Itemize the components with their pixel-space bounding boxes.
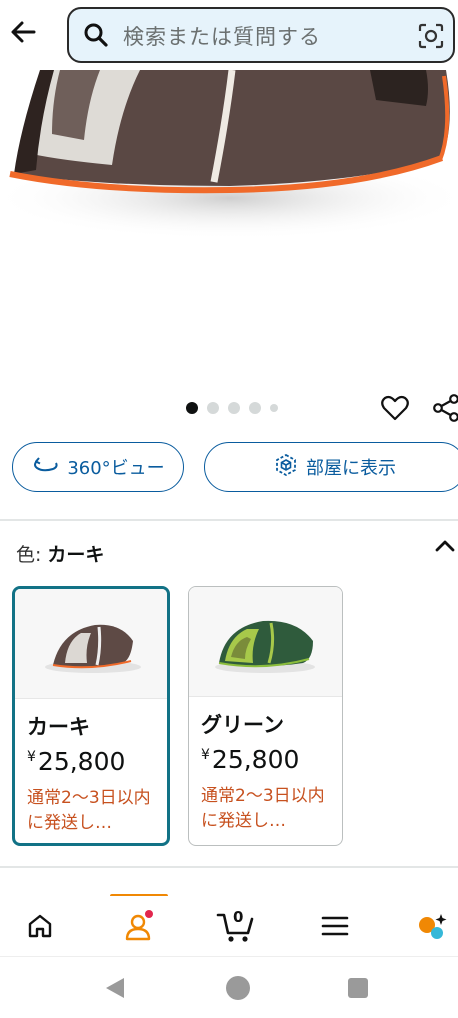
shipping-info: 通常2〜3日以内に発送し…	[201, 786, 325, 831]
top-header: 検索または質問する	[0, 0, 458, 70]
back-arrow-icon[interactable]	[8, 14, 40, 50]
chevron-up-icon[interactable]	[432, 534, 458, 558]
home-icon[interactable]	[16, 904, 64, 948]
color-option-name: グリーン	[201, 713, 284, 737]
swatch-thumbnail	[189, 587, 342, 697]
cart-count-badge: 0	[233, 908, 244, 926]
color-option-green[interactable]: グリーン ¥25,800 通常2〜3日以内に発送し…	[188, 586, 343, 846]
share-icon[interactable]	[432, 393, 458, 423]
color-option-khaki[interactable]: カーキ ¥25,800 通常2〜3日以内に発送し…	[12, 586, 170, 846]
account-icon[interactable]	[115, 904, 163, 948]
search-input[interactable]: 検索または質問する	[123, 21, 321, 51]
section-divider	[0, 866, 458, 868]
color-option-name: カーキ	[27, 715, 90, 739]
pager-dot[interactable]	[207, 402, 219, 414]
view-360-label: 360°ビュー	[67, 458, 165, 479]
shipping-info: 通常2〜3日以内に発送し…	[27, 788, 151, 833]
pager-dot-active[interactable]	[186, 402, 198, 414]
system-recents-icon[interactable]	[348, 978, 368, 998]
menu-icon[interactable]	[311, 904, 359, 948]
ar-cube-icon	[274, 453, 298, 482]
search-icon	[83, 22, 109, 48]
color-selector-label: 色: カーキ	[16, 544, 105, 566]
pager-dot[interactable]	[270, 404, 278, 412]
system-back-icon[interactable]	[104, 977, 128, 999]
system-navigation-bar	[0, 956, 458, 1018]
pager-dot[interactable]	[249, 402, 261, 414]
selected-color-value: カーキ	[47, 544, 105, 566]
swatch-thumbnail	[15, 589, 167, 699]
view-in-room-button[interactable]: 部屋に表示	[204, 442, 458, 492]
rufus-icon[interactable]	[408, 904, 456, 948]
heart-icon[interactable]	[380, 393, 410, 423]
view-360-button[interactable]: 360°ビュー	[12, 442, 184, 492]
rotate-360-icon	[31, 455, 59, 480]
bottom-navigation	[0, 896, 458, 956]
product-image[interactable]	[0, 70, 458, 395]
search-bar[interactable]: 検索または質問する	[67, 7, 455, 63]
pager-dot[interactable]	[228, 402, 240, 414]
camera-lens-icon[interactable]	[417, 22, 445, 50]
view-in-room-label: 部屋に表示	[306, 458, 396, 479]
section-divider	[0, 519, 458, 521]
image-pager	[186, 401, 278, 415]
color-option-price: ¥25,800	[201, 745, 300, 774]
color-option-price: ¥25,800	[27, 747, 126, 776]
system-home-icon[interactable]	[226, 976, 250, 1000]
